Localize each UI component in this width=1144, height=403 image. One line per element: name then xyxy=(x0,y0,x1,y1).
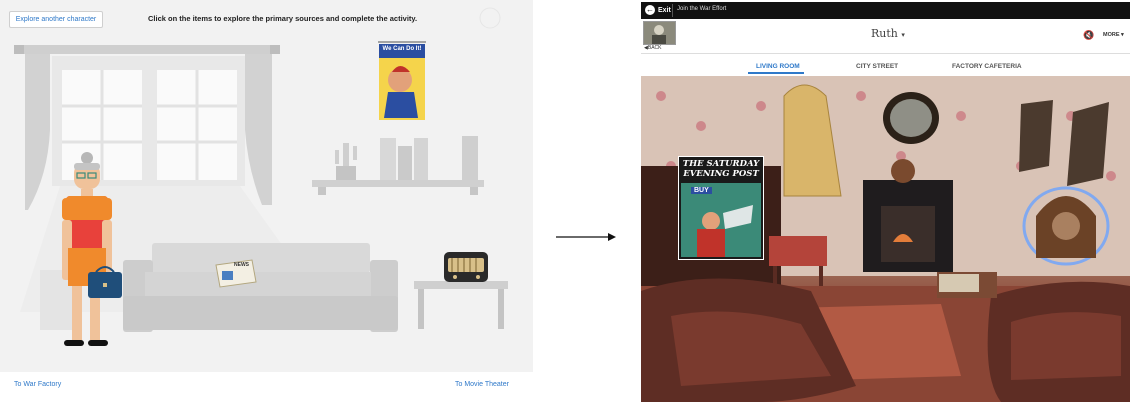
divider xyxy=(672,4,673,17)
character-room-panel: Explore another character Click on the i… xyxy=(0,0,533,403)
poster-hotspot[interactable]: We Can Do It! xyxy=(379,44,425,120)
tab-city-street[interactable]: CITY STREET xyxy=(856,63,898,70)
room-scene: Explore another character Click on the i… xyxy=(0,0,533,372)
exit-button[interactable]: ← Exit xyxy=(645,5,671,15)
character-name: Ruth xyxy=(871,27,898,40)
to-movie-theater-link[interactable]: To Movie Theater xyxy=(455,381,509,388)
explore-another-character-button[interactable]: Explore another character xyxy=(9,11,103,28)
back-label: BACK xyxy=(647,45,662,51)
transition-arrow-icon xyxy=(556,233,616,241)
character-selector[interactable]: Ruth ▾ xyxy=(871,27,905,40)
caret-down-icon: ▾ xyxy=(1121,32,1124,38)
living-room-photo: THE SATURDAY EVENING POST BUY xyxy=(641,76,1130,402)
newspaper-label: NEWS xyxy=(234,262,249,268)
more-menu-button[interactable]: MORE ▾ xyxy=(1103,32,1124,38)
back-link[interactable]: ◀BACK xyxy=(644,45,661,51)
poster-title: We Can Do It! xyxy=(382,46,422,52)
caret-down-icon: ▾ xyxy=(901,31,905,39)
active-tab-indicator xyxy=(748,72,804,74)
instruction-text: Click on the items to explore the primar… xyxy=(148,14,418,23)
newspaper-hotspot[interactable]: NEWS xyxy=(216,258,258,288)
character-header: ◀BACK Ruth ▾ 🔇 MORE ▾ xyxy=(641,19,1130,54)
top-bar: ← Exit Join the War Effort xyxy=(641,2,1130,19)
join-war-effort-panel: ← Exit Join the War Effort ◀BACK Ruth ▾ … xyxy=(641,2,1130,402)
to-war-factory-link[interactable]: To War Factory xyxy=(14,381,61,388)
character-figure xyxy=(60,150,114,346)
exit-label: Exit xyxy=(658,6,671,14)
character-avatar[interactable] xyxy=(643,21,676,45)
tab-factory-cafeteria[interactable]: FACTORY CAFETERIA xyxy=(952,63,1022,70)
tab-living-room[interactable]: LIVING ROOM xyxy=(756,63,800,70)
location-tabs: LIVING ROOM CITY STREET FACTORY CAFETERI… xyxy=(641,54,1130,76)
more-label: MORE xyxy=(1103,32,1120,38)
mute-icon[interactable]: 🔇 xyxy=(1083,30,1094,41)
back-arrow-icon: ← xyxy=(645,5,655,15)
magazine-cover-art: BUY xyxy=(681,183,761,257)
app-title: Join the War Effort xyxy=(677,6,727,12)
radio-hotspot[interactable] xyxy=(444,252,488,282)
magazine-hotspot[interactable]: THE SATURDAY EVENING POST BUY xyxy=(678,156,764,260)
magazine-title: THE SATURDAY EVENING POST xyxy=(682,159,760,179)
